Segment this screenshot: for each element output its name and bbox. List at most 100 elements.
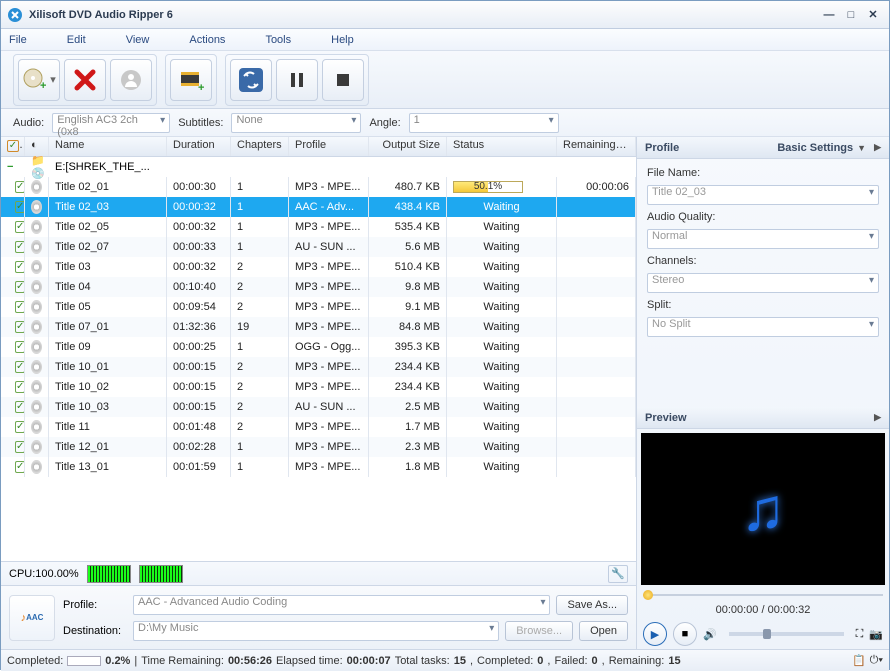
clip-button[interactable]: +	[170, 59, 212, 101]
save-as-button[interactable]: Save As...	[556, 595, 628, 615]
col-remaining[interactable]: Remaining Time	[557, 137, 636, 156]
row-checkbox[interactable]	[15, 321, 25, 333]
add-disc-button[interactable]: +▾	[18, 59, 60, 101]
disc-icon	[31, 340, 42, 354]
menu-edit[interactable]: Edit	[67, 34, 86, 46]
play-button[interactable]: ▶	[643, 622, 667, 646]
preview-collapse-icon[interactable]: ▶	[874, 412, 881, 423]
row-checkbox[interactable]	[15, 221, 25, 233]
disc-icon	[31, 460, 42, 474]
expand-icon[interactable]: −	[7, 161, 13, 173]
format-icon: ♪AAC	[9, 595, 55, 641]
menu-tools[interactable]: Tools	[265, 34, 291, 46]
col-status[interactable]: Status	[447, 137, 557, 156]
col-duration[interactable]: Duration	[167, 137, 231, 156]
row-checkbox[interactable]	[15, 281, 25, 293]
split-select[interactable]: No Split	[647, 317, 879, 337]
table-row[interactable]: Title 02_0300:00:321AAC - Adv...438.4 KB…	[1, 197, 636, 217]
channels-label: Channels:	[647, 255, 879, 267]
select-all-checkbox[interactable]	[7, 140, 19, 152]
table-row[interactable]: Title 13_0100:01:591MP3 - MPE...1.8 MBWa…	[1, 457, 636, 477]
collapse-panel-icon[interactable]: ▶	[874, 142, 881, 153]
volume-icon[interactable]: 🔊	[703, 628, 717, 641]
table-row[interactable]: Title 1100:01:482MP3 - MPE...1.7 MBWaiti…	[1, 417, 636, 437]
table-row[interactable]: Title 0400:10:402MP3 - MPE...9.8 MBWaiti…	[1, 277, 636, 297]
volume-slider[interactable]	[729, 632, 844, 636]
row-checkbox[interactable]	[15, 421, 25, 433]
menu-view[interactable]: View	[126, 34, 150, 46]
table-row[interactable]: Title 0500:09:542MP3 - MPE...9.1 MBWaiti…	[1, 297, 636, 317]
col-chapters[interactable]: Chapters	[231, 137, 289, 156]
row-checkbox[interactable]	[15, 241, 25, 253]
col-name[interactable]: Name	[49, 137, 167, 156]
disc-icon	[31, 280, 42, 294]
profile-select[interactable]: AAC - Advanced Audio Coding	[133, 595, 550, 615]
menu-file[interactable]: File	[9, 34, 27, 46]
user-button[interactable]	[110, 59, 152, 101]
browse-button[interactable]: Browse...	[505, 621, 573, 641]
row-checkbox[interactable]	[15, 341, 25, 353]
fullscreen-icon[interactable]: ⛶	[856, 628, 864, 641]
table-row[interactable]: Title 10_0300:00:152AU - SUN ...2.5 MBWa…	[1, 397, 636, 417]
toolbar: +▾ +	[1, 51, 889, 109]
row-checkbox[interactable]	[15, 181, 25, 193]
preview-screen[interactable]: ♫	[641, 433, 885, 585]
row-checkbox[interactable]	[15, 201, 25, 213]
pause-button[interactable]	[276, 59, 318, 101]
dropdown-icon[interactable]: ▼	[857, 143, 866, 153]
table-row[interactable]: Title 07_0101:32:3619MP3 - MPE...84.8 MB…	[1, 317, 636, 337]
table-row[interactable]: Title 02_0700:00:331AU - SUN ...5.6 MBWa…	[1, 237, 636, 257]
table-row[interactable]: Title 10_0200:00:152MP3 - MPE...234.4 KB…	[1, 377, 636, 397]
preview-seek-slider[interactable]	[643, 589, 883, 601]
preview-stop-button[interactable]: ■	[673, 622, 697, 646]
table-row[interactable]: Title 02_0500:00:321MP3 - MPE...535.4 KB…	[1, 217, 636, 237]
row-checkbox[interactable]	[15, 381, 25, 393]
col-output-size[interactable]: Output Size	[369, 137, 447, 156]
folder-icon: 📁	[31, 155, 45, 167]
convert-button[interactable]	[230, 59, 272, 101]
cpu-settings-button[interactable]: 🔧	[608, 565, 628, 583]
subtitles-select[interactable]: None	[231, 113, 361, 133]
preview-time: 00:00:00 / 00:00:32	[637, 601, 889, 619]
disc-icon	[31, 180, 42, 194]
disc-icon	[31, 260, 42, 274]
audio-select[interactable]: English AC3 2ch (0x8	[52, 113, 170, 133]
source-row[interactable]: − 📁 💿 E:[SHREK_THE_...	[1, 157, 636, 177]
angle-select[interactable]: 1	[409, 113, 559, 133]
quality-select[interactable]: Normal	[647, 229, 879, 249]
filename-field[interactable]: Title 02_03	[647, 185, 879, 205]
stop-button[interactable]	[322, 59, 364, 101]
close-button[interactable]: ✕	[863, 7, 883, 23]
titles-grid[interactable]: ◐ Name Duration Chapters Profile Output …	[1, 137, 636, 561]
table-row[interactable]: Title 0300:00:322MP3 - MPE...510.4 KBWai…	[1, 257, 636, 277]
log-icon[interactable]: 📋	[852, 654, 866, 667]
table-row[interactable]: Title 02_0100:00:301MP3 - MPE...480.7 KB…	[1, 177, 636, 197]
menubar: File Edit View Actions Tools Help	[1, 29, 889, 51]
table-row[interactable]: Title 10_0100:00:152MP3 - MPE...234.4 KB…	[1, 357, 636, 377]
destination-select[interactable]: D:\My Music	[133, 621, 499, 641]
snapshot-icon[interactable]: 📷	[869, 628, 883, 641]
status-completed-label: Completed:	[7, 655, 63, 667]
channels-select[interactable]: Stereo	[647, 273, 879, 293]
open-button[interactable]: Open	[579, 621, 628, 641]
cpu-graph-2	[139, 565, 183, 583]
disc-icon	[31, 200, 42, 214]
disc-icon	[31, 360, 42, 374]
maximize-button[interactable]: □	[841, 7, 861, 23]
row-checkbox[interactable]	[15, 261, 25, 273]
menu-actions[interactable]: Actions	[189, 34, 225, 46]
menu-help[interactable]: Help	[331, 34, 354, 46]
table-row[interactable]: Title 12_0100:02:281MP3 - MPE...2.3 MBWa…	[1, 437, 636, 457]
row-checkbox[interactable]	[15, 461, 25, 473]
table-row[interactable]: Title 0900:00:251OGG - Ogg...395.3 KBWai…	[1, 337, 636, 357]
basic-settings-link[interactable]: Basic Settings	[777, 142, 853, 154]
row-checkbox[interactable]	[15, 401, 25, 413]
power-icon[interactable]: ⏻▾	[870, 654, 883, 667]
row-checkbox[interactable]	[15, 301, 25, 313]
row-checkbox[interactable]	[15, 441, 25, 453]
delete-button[interactable]	[64, 59, 106, 101]
minimize-button[interactable]: —	[819, 7, 839, 23]
col-profile[interactable]: Profile	[289, 137, 369, 156]
row-checkbox[interactable]	[15, 361, 25, 373]
profile-panel-title: Profile	[645, 142, 679, 154]
